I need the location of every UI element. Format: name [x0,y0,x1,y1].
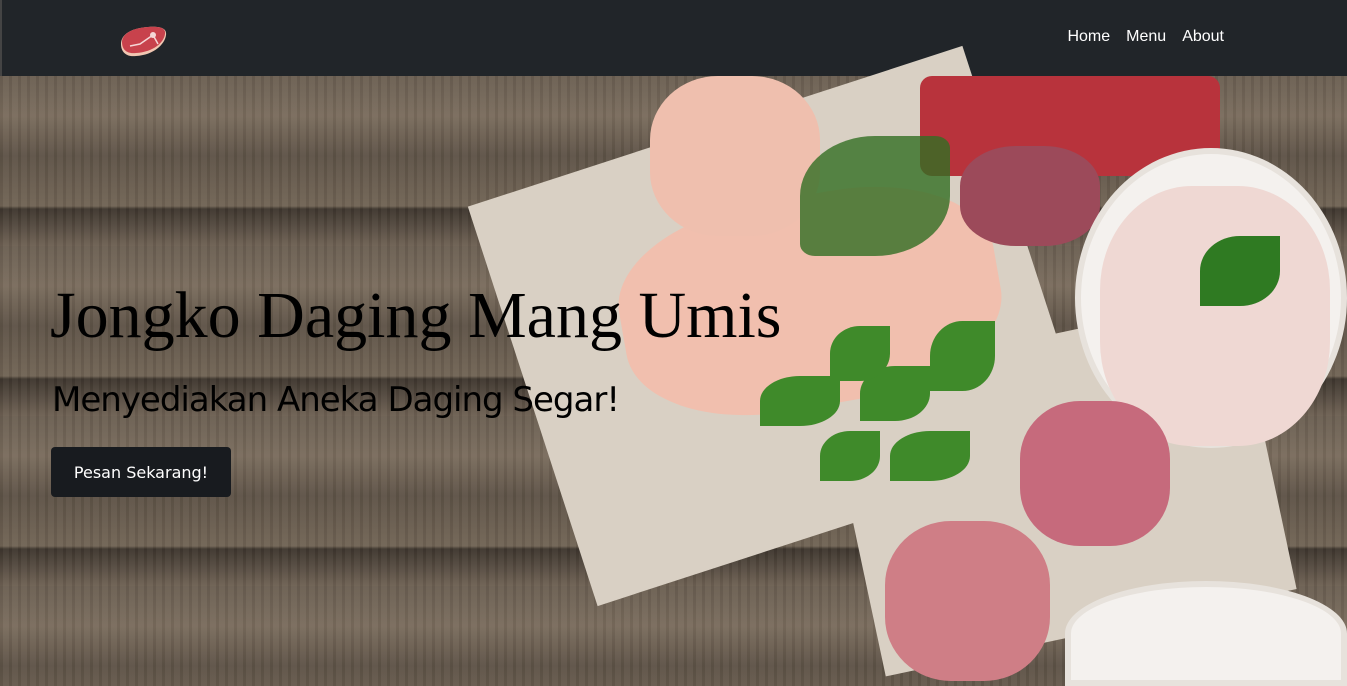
order-now-button[interactable]: Pesan Sekarang! [51,447,231,497]
hero-title: Jongko Daging Mang Umis [50,279,782,352]
meat-steak-icon[interactable] [118,22,168,58]
nav-link-home[interactable]: Home [1067,28,1110,46]
nav-link-about[interactable]: About [1182,28,1224,46]
hero-subtitle: Menyediakan Aneka Daging Segar! [52,380,620,420]
nav-link-menu[interactable]: Menu [1126,28,1166,46]
navbar: Home Menu About [0,0,1347,76]
hero-section: Jongko Daging Mang Umis Menyediakan Anek… [0,45,1347,686]
